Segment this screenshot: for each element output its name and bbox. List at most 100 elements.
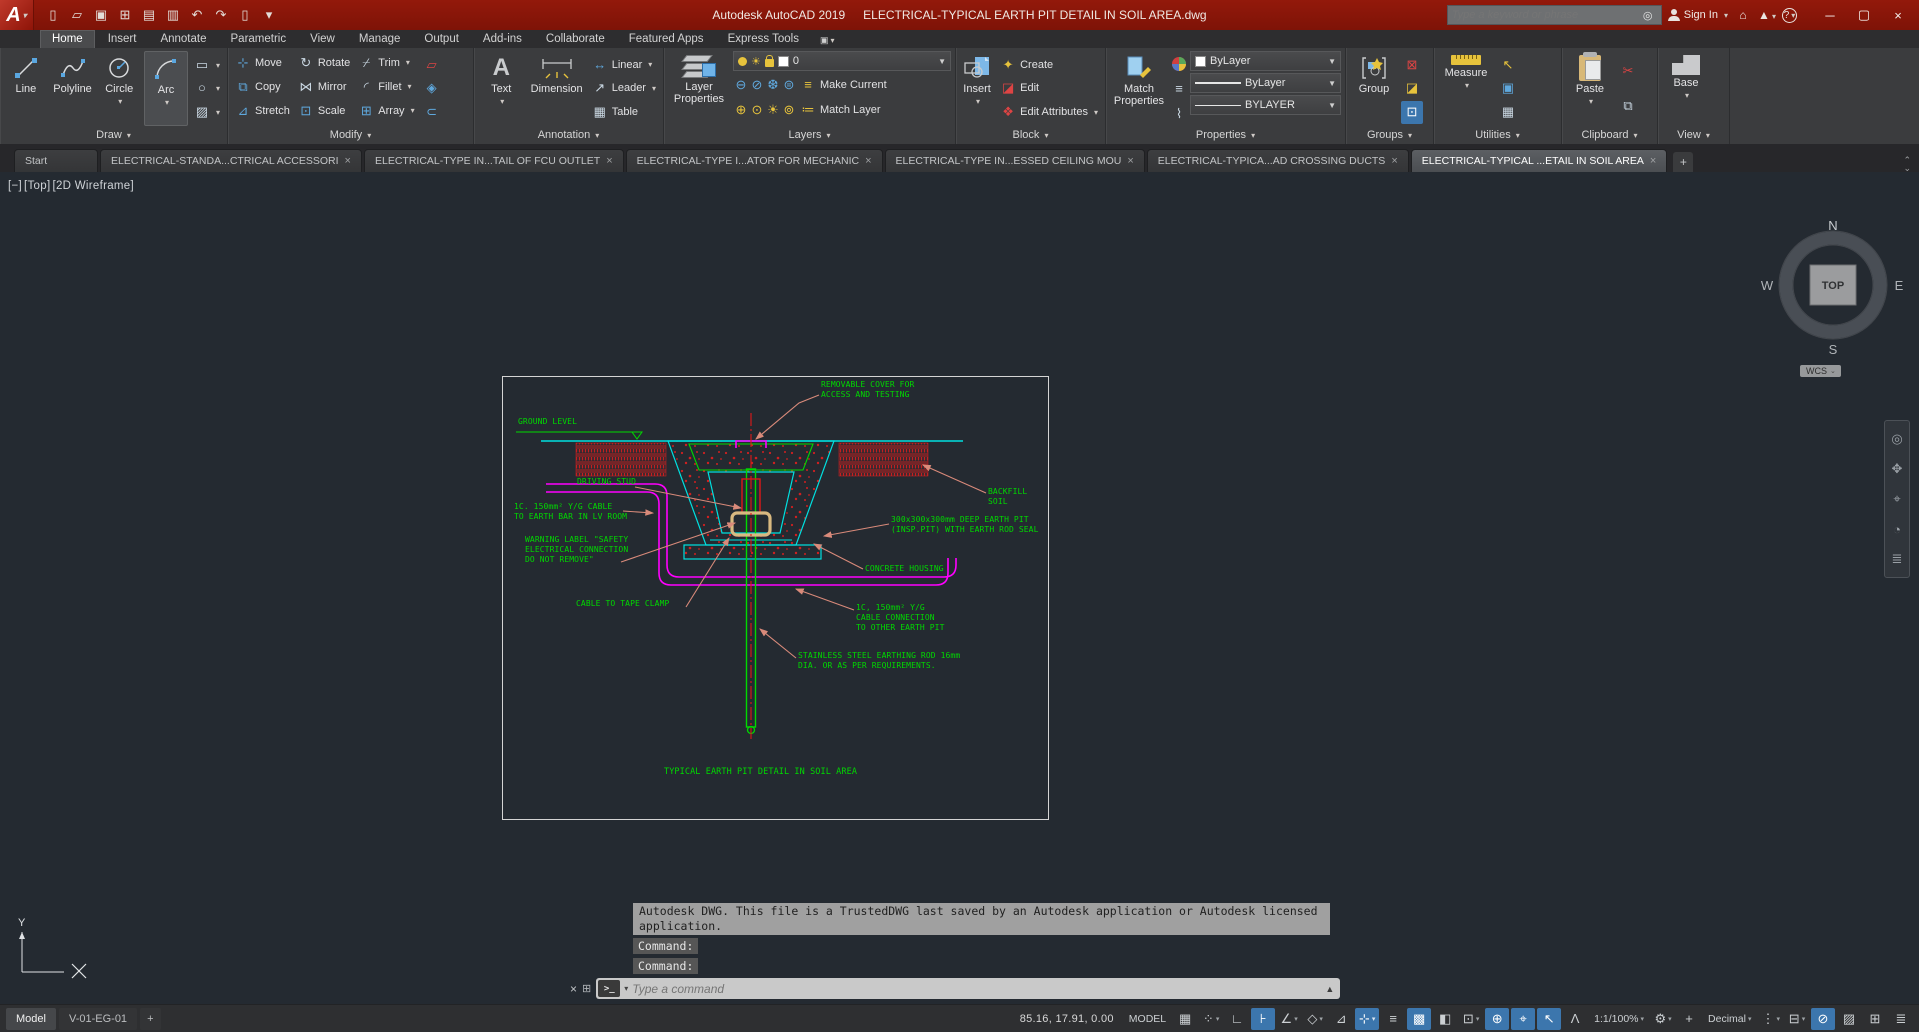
measure-button[interactable]: Measure [1438, 51, 1494, 126]
hatch-button[interactable]: ▨ [191, 101, 223, 124]
selection-cycling-toggle[interactable]: ◧ [1433, 1008, 1457, 1030]
ribbon-display-button[interactable]: ▣ [812, 33, 843, 48]
command-input[interactable] [632, 981, 1322, 996]
tab-annotate[interactable]: Annotate [149, 31, 217, 48]
create-block-button[interactable]: ✦ Create [997, 53, 1101, 76]
scale-button[interactable]: ⊡ Scale [295, 99, 353, 122]
wcs-dropdown[interactable]: WCS ⌄ [1800, 365, 1841, 377]
insert-button[interactable]: Insert [960, 51, 994, 126]
cut-button[interactable]: ✂ [1617, 59, 1639, 82]
panel-label-utilities[interactable]: Utilities [1434, 126, 1561, 144]
panel-label-properties[interactable]: Properties [1106, 126, 1345, 144]
customize-qat-icon[interactable]: ▾ [258, 4, 280, 26]
file-tab-active[interactable]: ELECTRICAL-TYPICAL ...ETAIL IN SOIL AREA [1410, 149, 1668, 172]
search-icon[interactable]: ◎ [1639, 9, 1657, 22]
infer-constraints-toggle[interactable]: ∟ [1225, 1008, 1249, 1030]
group-selection-toggle[interactable]: ⊡ [1401, 100, 1423, 124]
layer-isolate-icon[interactable]: ⊘ [749, 77, 765, 93]
quick-view-toggle[interactable]: ⋮ ▾ [1758, 1008, 1783, 1030]
isometric-drafting-toggle[interactable]: ◇ ▾ [1303, 1008, 1327, 1030]
viewport-menu-button[interactable]: [−] [8, 180, 22, 192]
model-space-toggle[interactable]: MODEL [1124, 1008, 1171, 1030]
zoom-extents-icon[interactable]: ⌖ [1885, 484, 1909, 514]
layer-unisolate-icon[interactable]: ⊙ [749, 102, 765, 118]
command-expand-icon[interactable]: ▲ [1325, 984, 1334, 994]
close-command-icon[interactable]: × [570, 982, 577, 996]
edit-attributes-button[interactable]: ❖ Edit Attributes [997, 101, 1101, 124]
save-icon[interactable]: ▣ [90, 4, 112, 26]
snap-mode-toggle[interactable]: ⁘ ▾ [1199, 1008, 1223, 1030]
3d-object-snap-toggle[interactable]: ⊡ ▾ [1459, 1008, 1483, 1030]
offset-button[interactable]: ⊂ [421, 101, 443, 124]
grid-display-toggle[interactable]: ▦ [1173, 1008, 1197, 1030]
tab-overflow-button[interactable]: ⌃ ⌄ [1903, 156, 1911, 173]
hardware-acceleration-toggle[interactable]: ▨ [1837, 1008, 1861, 1030]
redo-icon[interactable]: ↷ [210, 4, 232, 26]
plot-icon[interactable]: ▤ [138, 4, 160, 26]
panel-label-clipboard[interactable]: Clipboard [1562, 126, 1657, 144]
copy-button[interactable]: ⧉ Copy [232, 75, 293, 98]
object-color-dropdown[interactable]: ByLayer ▼ [1190, 51, 1341, 71]
panel-label-annotation[interactable]: Annotation [474, 126, 663, 144]
file-tab[interactable]: ELECTRICAL-STANDA...CTRICAL ACCESSORI [100, 149, 362, 172]
annotation-monitor-toggle[interactable]: + [1677, 1008, 1701, 1030]
transparency-toggle[interactable]: ▩ [1407, 1007, 1432, 1030]
object-snap-toggle[interactable]: ⊹ ▾ [1355, 1007, 1380, 1030]
polyline-button[interactable]: Polyline [51, 51, 95, 126]
fillet-button[interactable]: ◜ Fillet [355, 75, 417, 98]
ungroup-button[interactable]: ⊠ [1401, 53, 1423, 76]
pan-icon[interactable]: ✥ [1885, 454, 1909, 484]
search-input[interactable] [1451, 9, 1639, 21]
sheet-set-icon[interactable]: ▯ [234, 4, 256, 26]
panel-label-layers[interactable]: Layers [664, 126, 955, 144]
quick-select-button[interactable]: ↖ [1497, 53, 1519, 76]
open-file-icon[interactable]: ▱ [66, 4, 88, 26]
layer-dropdown[interactable]: ☀ 0 ▼ [733, 51, 951, 71]
new-drawing-tab-button[interactable]: + [1673, 152, 1694, 172]
visual-style-button[interactable]: [2D Wireframe] [52, 180, 134, 192]
workspace-switching-toggle[interactable]: ⚙ ▾ [1651, 1008, 1675, 1030]
annotation-scale-toggle[interactable]: 1:1/100% ▾ [1589, 1008, 1649, 1030]
graphics-performance-toggle[interactable]: ⊘ [1811, 1007, 1835, 1030]
close-icon[interactable] [865, 155, 871, 167]
tab-insert[interactable]: Insert [97, 31, 148, 48]
sign-in-button[interactable]: Sign In [1667, 9, 1728, 21]
object-isolate-toggle[interactable]: ⊟ ▾ [1785, 1008, 1809, 1030]
view-cube[interactable]: N E S W TOP [1758, 210, 1908, 360]
annotation-visibility-toggle[interactable]: Λ [1563, 1008, 1587, 1030]
quick-properties-toggle[interactable]: ↖ [1537, 1007, 1562, 1030]
paste-button[interactable]: Paste [1566, 51, 1614, 126]
lineweight-dropdown[interactable]: ByLayer ▼ [1190, 73, 1341, 93]
close-button[interactable]: × [1881, 2, 1915, 28]
dynamic-input-toggle[interactable]: ⌖ [1511, 1007, 1536, 1030]
panel-label-block[interactable]: Block [956, 126, 1105, 144]
tab-home[interactable]: Home [40, 30, 95, 48]
explode-button[interactable]: ◈ [421, 77, 443, 100]
model-tab[interactable]: Model [6, 1007, 56, 1030]
orbit-icon[interactable]: ◔ [1885, 514, 1909, 544]
line-button[interactable]: Line [4, 51, 48, 126]
base-button[interactable]: Base [1662, 51, 1710, 126]
close-icon[interactable] [1391, 155, 1397, 167]
panel-label-groups[interactable]: Groups [1346, 126, 1433, 144]
tab-collaborate[interactable]: Collaborate [535, 31, 616, 48]
close-icon[interactable] [1127, 155, 1133, 167]
tab-parametric[interactable]: Parametric [220, 31, 298, 48]
match-layer-button[interactable]: ≔ Match Layer [797, 98, 884, 121]
minimize-button[interactable]: ─ [1813, 2, 1847, 28]
customize-command-icon[interactable]: ⊞ [582, 982, 591, 995]
view-control-button[interactable]: [Top] [24, 180, 50, 192]
layer-unlock-all-icon[interactable]: ⊚ [781, 102, 797, 118]
rotate-button[interactable]: ↻ Rotate [295, 51, 353, 74]
panel-label-modify[interactable]: Modify [228, 126, 473, 144]
command-prompt-icon[interactable] [598, 980, 621, 997]
panel-label-draw[interactable]: Draw [0, 126, 227, 144]
batch-plot-icon[interactable]: ▥ [162, 4, 184, 26]
match-properties-button[interactable]: Match Properties [1110, 51, 1168, 126]
array-button[interactable]: ⊞ Array [355, 99, 417, 122]
panel-label-view[interactable]: View [1658, 126, 1729, 144]
help-icon[interactable]: ? [1782, 7, 1797, 23]
circle-button[interactable]: Circle [97, 51, 141, 126]
clean-screen-toggle[interactable]: ⊞ [1863, 1008, 1887, 1030]
file-tab[interactable]: ELECTRICAL-TYPE IN...TAIL OF FCU OUTLET [363, 149, 624, 172]
